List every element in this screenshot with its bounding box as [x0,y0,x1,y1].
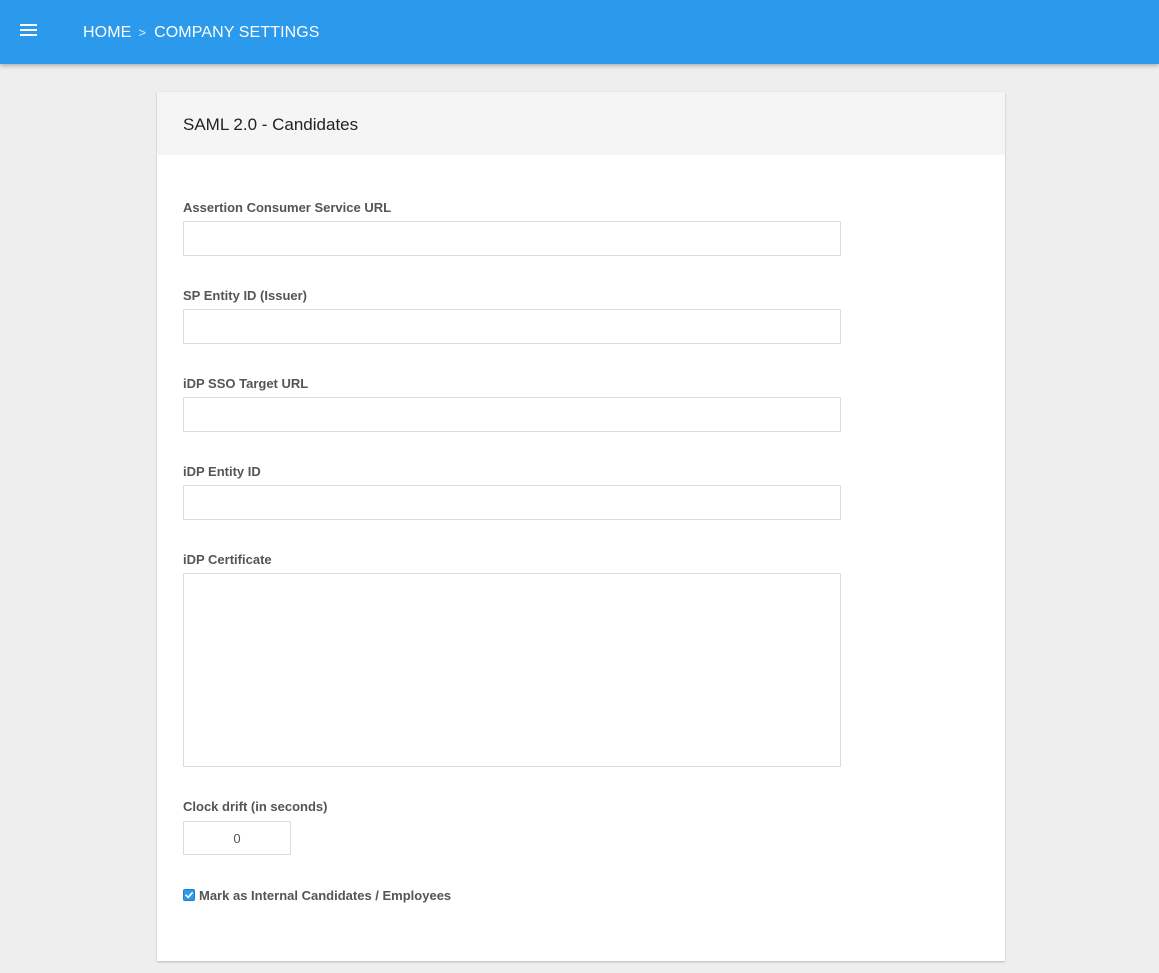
acs-url-label: Assertion Consumer Service URL [183,200,392,215]
sp-entity-id-label: SP Entity ID (Issuer) [183,288,308,303]
idp-certificate-textarea[interactable] [183,573,841,767]
card-title: SAML 2.0 - Candidates [183,115,359,134]
hamburger-menu-icon[interactable] [19,22,39,40]
idp-entity-id-input[interactable] [183,485,841,520]
idp-sso-url-label: iDP SSO Target URL [183,376,309,391]
card-header: SAML 2.0 - Candidates [157,92,1005,155]
idp-certificate-label: iDP Certificate [183,552,272,567]
clock-drift-label: Clock drift (in seconds) [183,799,328,814]
acs-url-input[interactable] [183,221,841,256]
idp-entity-id-label: iDP Entity ID [183,464,261,479]
top-app-bar: HOME > COMPANY SETTINGS [0,0,1159,64]
checkmark-icon [185,892,193,899]
clock-drift-input[interactable] [183,821,291,855]
breadcrumb-home[interactable]: HOME [83,24,131,41]
breadcrumb-separator: > [138,25,147,40]
saml-settings-card: SAML 2.0 - Candidates Assertion Consumer… [157,92,1005,961]
idp-sso-url-input[interactable] [183,397,841,432]
breadcrumb-company-settings[interactable]: COMPANY SETTINGS [154,24,319,41]
sp-entity-id-input[interactable] [183,309,841,344]
internal-candidates-option[interactable]: Mark as Internal Candidates / Employees [183,887,451,903]
internal-candidates-checkbox[interactable] [183,889,195,901]
internal-candidates-label[interactable]: Mark as Internal Candidates / Employees [199,888,451,903]
breadcrumb: HOME > COMPANY SETTINGS [83,23,320,43]
